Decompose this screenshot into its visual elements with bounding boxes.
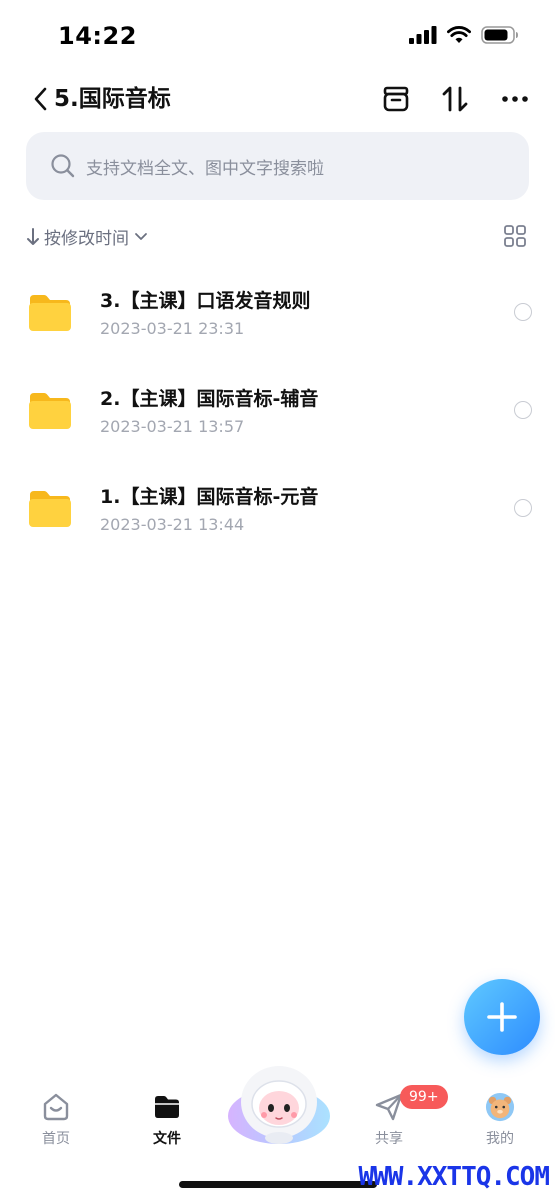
- plus-icon: [487, 1002, 517, 1032]
- nav-bar: 5.国际音标: [0, 72, 555, 126]
- status-time: 14:22: [58, 22, 137, 50]
- archive-button[interactable]: [379, 82, 413, 116]
- list-item[interactable]: 1.【主课】国际音标-元音 2023-03-21 13:44: [0, 460, 555, 558]
- add-button[interactable]: [464, 979, 540, 1055]
- tab-label: 我的: [486, 1131, 514, 1147]
- select-checkbox[interactable]: [514, 303, 532, 321]
- list-item[interactable]: 3.【主课】口语发音规则 2023-03-21 23:31: [0, 264, 555, 362]
- folder-icon: [29, 491, 71, 527]
- avatar-icon: [485, 1092, 515, 1122]
- status-icons: [409, 26, 519, 44]
- select-checkbox[interactable]: [514, 401, 532, 419]
- tab-label: 文件: [153, 1131, 181, 1147]
- status-bar: 14:22: [0, 0, 555, 72]
- tab-home[interactable]: 首页: [16, 1092, 96, 1152]
- folder-icon: [29, 393, 71, 429]
- search-placeholder: 支持文档全文、图中文字搜索啦: [86, 158, 324, 179]
- page-title: 5.国际音标: [54, 86, 171, 112]
- sort-dropdown[interactable]: 按修改时间: [26, 224, 149, 249]
- file-date: 2023-03-21 23:31: [100, 319, 245, 338]
- sort-toggle-button[interactable]: [438, 82, 472, 116]
- file-name: 2.【主课】国际音标-辅音: [100, 388, 319, 410]
- search-input[interactable]: 支持文档全文、图中文字搜索啦: [26, 132, 529, 200]
- chevron-down-icon: [135, 232, 147, 240]
- search-icon: [50, 153, 76, 179]
- more-icon: [502, 96, 528, 102]
- share-badge: 99+: [400, 1085, 448, 1109]
- folder-icon: [152, 1092, 182, 1122]
- sort-label: 按修改时间: [44, 229, 129, 249]
- file-date: 2023-03-21 13:57: [100, 417, 245, 436]
- chevron-left-icon: [34, 87, 47, 111]
- grid-icon: [504, 225, 526, 247]
- mascot-icon: [228, 1066, 330, 1144]
- more-button[interactable]: [498, 82, 532, 116]
- select-checkbox[interactable]: [514, 499, 532, 517]
- home-indicator: [179, 1181, 377, 1188]
- archive-icon: [383, 86, 409, 112]
- tab-me[interactable]: 我的: [460, 1092, 540, 1152]
- back-button[interactable]: [28, 82, 52, 116]
- list-item[interactable]: 2.【主课】国际音标-辅音 2023-03-21 13:57: [0, 362, 555, 460]
- grid-view-button[interactable]: [503, 224, 527, 248]
- battery-icon: [481, 26, 518, 44]
- file-date: 2023-03-21 13:44: [100, 515, 245, 534]
- tab-label: 共享: [375, 1131, 403, 1147]
- sort-row: 按修改时间: [26, 220, 529, 254]
- mascot-button[interactable]: [226, 1058, 332, 1146]
- file-list: 3.【主课】口语发音规则 2023-03-21 23:31 2.【主课】国际音标…: [0, 264, 555, 558]
- tab-label: 首页: [42, 1131, 70, 1147]
- folder-icon: [29, 295, 71, 331]
- file-name: 3.【主课】口语发音规则: [100, 290, 311, 312]
- signal-icon: [409, 26, 437, 44]
- file-name: 1.【主课】国际音标-元音: [100, 486, 319, 508]
- home-icon: [41, 1092, 71, 1122]
- wifi-icon: [447, 26, 471, 43]
- watermark: WWW.XXTTQ.COM: [358, 1162, 550, 1192]
- tab-files[interactable]: 文件: [127, 1092, 207, 1152]
- arrow-down-icon: [27, 227, 39, 245]
- sort-arrows-icon: [442, 86, 468, 112]
